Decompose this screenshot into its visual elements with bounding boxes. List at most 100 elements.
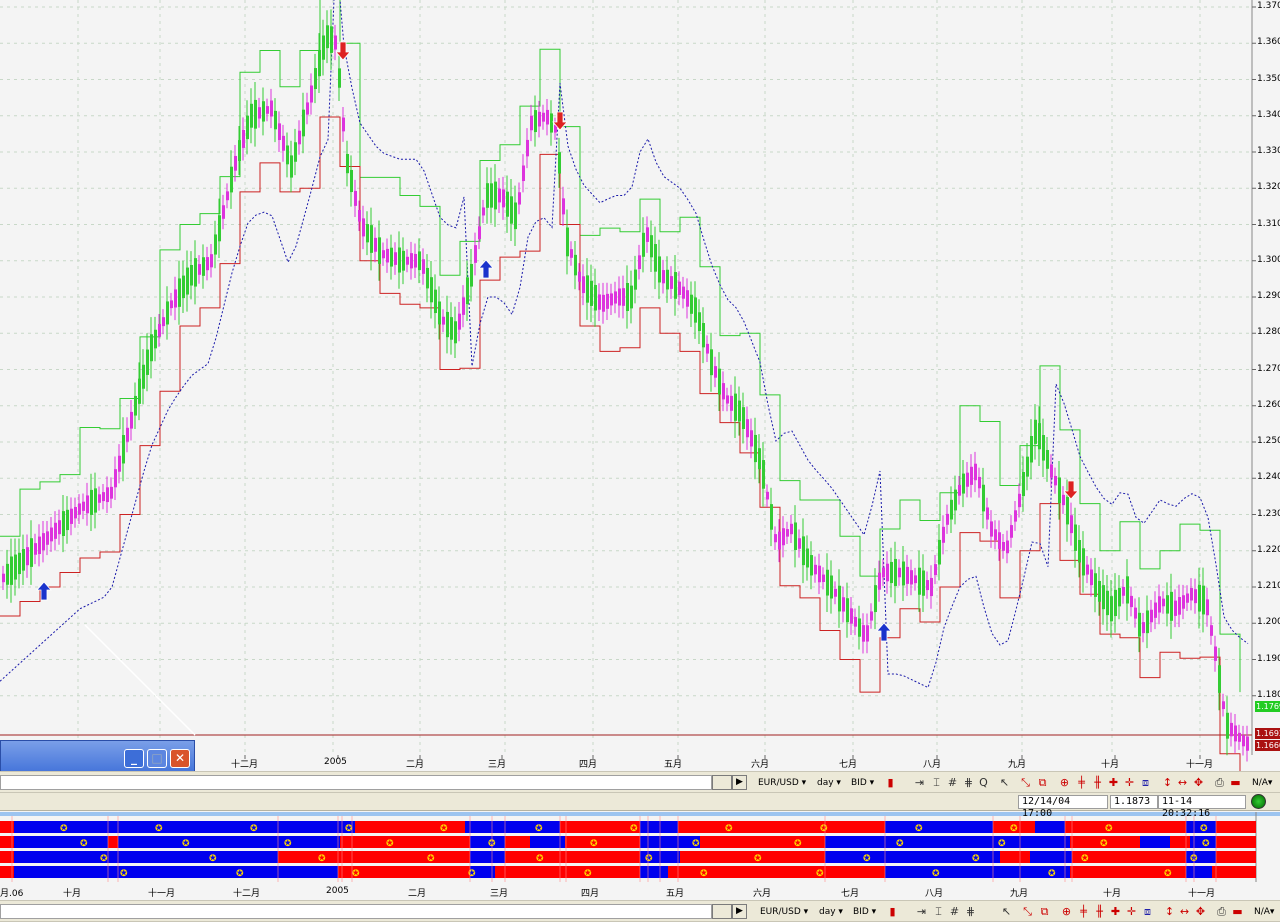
candle-body bbox=[1126, 576, 1129, 604]
candle-body bbox=[542, 112, 545, 122]
pointer-icon-2[interactable]: ↖ bbox=[999, 904, 1014, 919]
candle-style-icon[interactable]: ▮ bbox=[883, 775, 898, 790]
indicator-segment bbox=[278, 851, 338, 863]
print-icon[interactable]: ⎙ bbox=[1212, 775, 1227, 790]
up-down-icon-2[interactable]: ↕ bbox=[1162, 904, 1177, 919]
candle-body bbox=[54, 522, 57, 539]
pointer-icon[interactable]: ↖ bbox=[997, 775, 1012, 790]
grid-icon[interactable]: # bbox=[945, 775, 960, 790]
fibonacci-icon-2[interactable]: ⋕ bbox=[963, 904, 978, 919]
price-type-select[interactable]: BID ▾ bbox=[851, 774, 874, 791]
signal-glyph-icon: ✪ bbox=[630, 824, 638, 834]
grid-icon-2[interactable]: # bbox=[947, 904, 962, 919]
period-select[interactable]: day ▾ bbox=[817, 774, 841, 791]
candle-body bbox=[882, 567, 885, 578]
zoom-icon-2[interactable]: ⊕ bbox=[1059, 904, 1074, 919]
close-button[interactable]: ✕ bbox=[170, 749, 190, 768]
move-icon[interactable]: ✥ bbox=[1191, 775, 1206, 790]
candle-body bbox=[106, 487, 109, 503]
candle-body bbox=[446, 311, 449, 338]
candle-body bbox=[830, 575, 833, 599]
indicator-date-label: 八月 bbox=[925, 889, 944, 899]
settings-icon[interactable]: ▬ bbox=[1228, 775, 1243, 790]
scale-icon[interactable]: ⇥ bbox=[912, 775, 927, 790]
indicator-date-label: 十一月 bbox=[1188, 889, 1216, 899]
horizontal-scrollbar[interactable] bbox=[0, 775, 712, 790]
indicator-top-band bbox=[0, 812, 1280, 816]
zoom-icon[interactable]: ⊕ bbox=[1057, 775, 1072, 790]
signal-glyph-icon: ✪ bbox=[427, 854, 435, 864]
candle-body bbox=[158, 323, 161, 337]
cross-line-icon[interactable]: ✚ bbox=[1106, 775, 1121, 790]
maximize-button[interactable]: □ bbox=[147, 749, 167, 768]
indicator-segment bbox=[560, 851, 640, 863]
scroll-right-button[interactable]: ▶ bbox=[732, 775, 747, 790]
marker-icon-2[interactable]: ✛ bbox=[1124, 904, 1139, 919]
candle-body bbox=[346, 154, 349, 174]
candle-body bbox=[502, 189, 505, 208]
candle-body bbox=[174, 289, 177, 308]
candle-body bbox=[30, 538, 33, 567]
crosshair-icon[interactable]: ⌶ bbox=[929, 775, 944, 790]
channel-icon-2[interactable]: ⧉ bbox=[1037, 904, 1052, 919]
scale-icon-2[interactable]: ⇥ bbox=[914, 904, 929, 919]
candle-body bbox=[330, 26, 333, 53]
candle-body bbox=[1102, 585, 1105, 610]
indicator-segment bbox=[1170, 836, 1190, 848]
candle-body bbox=[990, 521, 993, 537]
signal-glyph-icon: ✪ bbox=[535, 824, 543, 834]
candle-body bbox=[470, 263, 473, 287]
h-line-icon[interactable]: ╪ bbox=[1074, 775, 1089, 790]
candle-body bbox=[338, 68, 341, 88]
h-line-icon-2[interactable]: ╪ bbox=[1076, 904, 1091, 919]
channel-icon[interactable]: ⧉ bbox=[1035, 775, 1050, 790]
fit-icon[interactable]: ⧈ bbox=[1138, 775, 1153, 790]
print-icon-2[interactable]: ⎙ bbox=[1214, 904, 1229, 919]
candle-body bbox=[982, 484, 985, 512]
candle-body bbox=[1098, 580, 1101, 602]
signal-glyph-icon: ✪ bbox=[915, 824, 923, 834]
up-down-icon[interactable]: ↕ bbox=[1160, 775, 1175, 790]
na-select-2[interactable]: N/A ▾ bbox=[1254, 903, 1274, 920]
symbol-select-2[interactable]: EUR/USD ▾ bbox=[760, 903, 808, 920]
candle-body bbox=[18, 552, 21, 575]
left-right-icon[interactable]: ↔ bbox=[1175, 775, 1190, 790]
date-tick-label: 八月 bbox=[923, 760, 942, 770]
period-select-2[interactable]: day ▾ bbox=[819, 903, 843, 920]
candle-body bbox=[902, 561, 905, 586]
marker-icon[interactable]: ✛ bbox=[1122, 775, 1137, 790]
candle-body bbox=[1246, 736, 1249, 751]
symbol-select[interactable]: EUR/USD ▾ bbox=[758, 774, 806, 791]
crosshair-icon-2[interactable]: ⌶ bbox=[931, 904, 946, 919]
na-select[interactable]: N/A ▾ bbox=[1252, 774, 1272, 791]
price-tag-red-2: 1.1660 bbox=[1255, 740, 1280, 751]
candle-body bbox=[558, 152, 561, 174]
move-icon-2[interactable]: ✥ bbox=[1193, 904, 1208, 919]
settings-icon-2[interactable]: ▬ bbox=[1230, 904, 1245, 919]
candle-body bbox=[302, 109, 305, 137]
v-line-icon[interactable]: ╫ bbox=[1090, 775, 1105, 790]
price-tick-label: 1.2000 bbox=[1257, 617, 1280, 628]
trend-line-icon-2[interactable]: ⤡ bbox=[1020, 904, 1035, 919]
candle-body bbox=[930, 577, 933, 597]
indicator-segment bbox=[640, 836, 700, 848]
candle-body bbox=[818, 565, 821, 583]
fit-icon-2[interactable]: ⧈ bbox=[1140, 904, 1155, 919]
scroll-left-button[interactable] bbox=[712, 775, 732, 790]
minimize-button[interactable]: _ bbox=[124, 749, 144, 768]
v-line-icon-2[interactable]: ╫ bbox=[1092, 904, 1107, 919]
scroll-right-button-2[interactable]: ▶ bbox=[732, 904, 747, 919]
fibonacci-icon[interactable]: ⋕ bbox=[961, 775, 976, 790]
cross-line-icon-2[interactable]: ✚ bbox=[1108, 904, 1123, 919]
price-type-select-2[interactable]: BID ▾ bbox=[853, 903, 876, 920]
horizontal-scrollbar-2[interactable] bbox=[0, 904, 712, 919]
price-tick-label: 1.3400 bbox=[1257, 109, 1280, 120]
scroll-left-button-2[interactable] bbox=[712, 904, 732, 919]
candle-body bbox=[350, 169, 353, 193]
left-right-icon-2[interactable]: ↔ bbox=[1177, 904, 1192, 919]
trend-line-icon[interactable]: ⤡ bbox=[1018, 775, 1033, 790]
candle-body bbox=[358, 210, 361, 222]
candle-style-icon-2[interactable]: ▮ bbox=[885, 904, 900, 919]
zoom-q-icon[interactable]: Q bbox=[976, 775, 991, 790]
candle-body bbox=[710, 349, 713, 376]
